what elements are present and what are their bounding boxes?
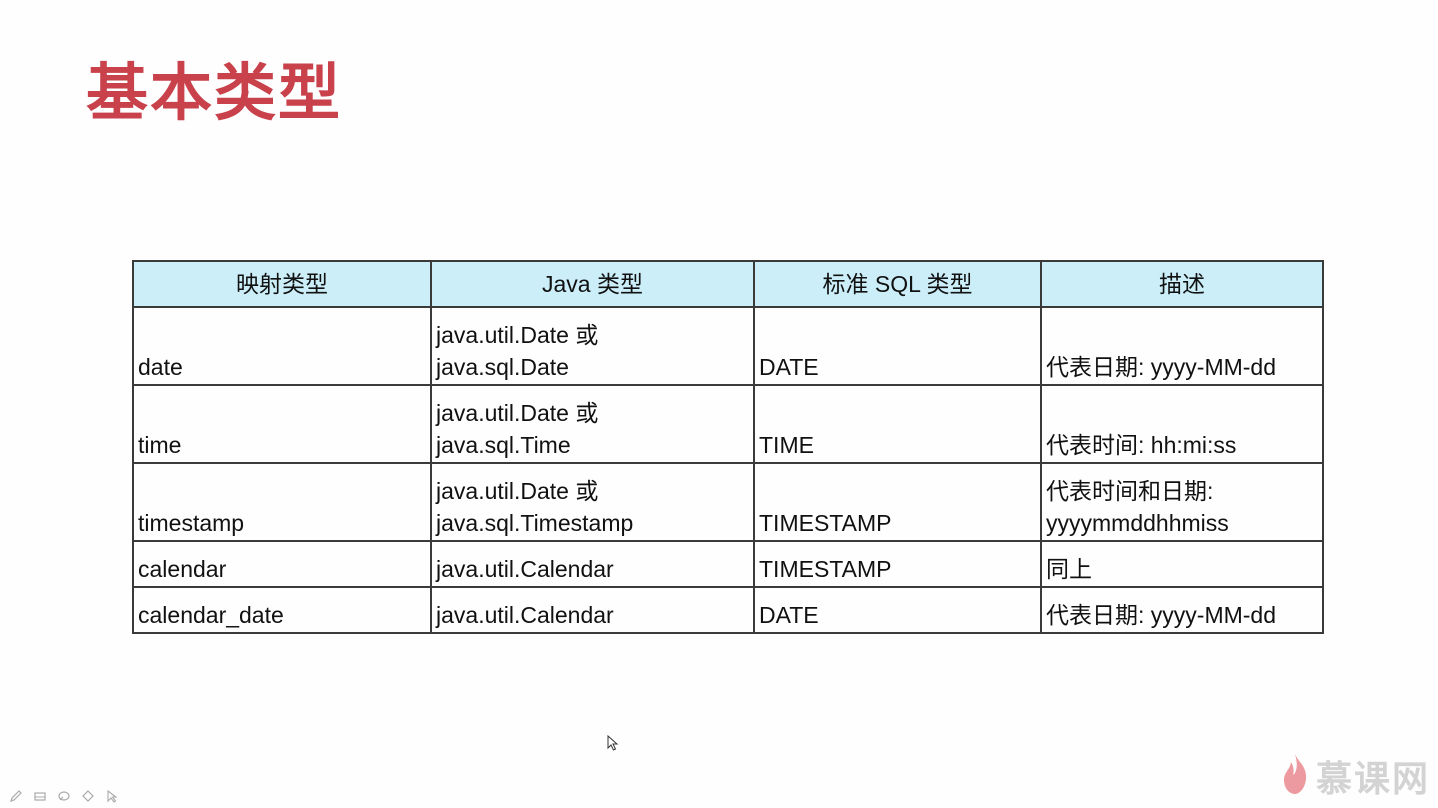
cell-description: 同上 (1040, 540, 1324, 588)
cell-java: java.util.Date 或 java.sql.Timestamp (430, 462, 755, 542)
table-row: timestamp java.util.Date 或 java.sql.Time… (132, 462, 1324, 542)
cell-mapping: timestamp (132, 462, 432, 542)
cell-description: 代表日期: yyyy-MM-dd (1040, 586, 1324, 634)
flame-logo-icon (1280, 752, 1310, 800)
slide-title: 基本类型 (86, 56, 343, 129)
cell-mapping: calendar (132, 540, 432, 588)
header-java-type: Java 类型 (430, 260, 755, 308)
table-row: calendar java.util.Calendar TIMESTAMP 同上 (132, 540, 1324, 588)
header-mapping-type: 映射类型 (132, 260, 432, 308)
table-row: time java.util.Date 或 java.sql.Time TIME… (132, 384, 1324, 464)
cell-sql: DATE (753, 306, 1042, 386)
cell-java: java.util.Calendar (430, 586, 755, 634)
cell-sql: TIMESTAMP (753, 540, 1042, 588)
cell-description: 代表日期: yyyy-MM-dd (1040, 306, 1324, 386)
mouse-cursor-icon (607, 734, 619, 755)
table-row: date java.util.Date 或 java.sql.Date DATE… (132, 306, 1324, 386)
cell-description: 代表时间和日期: yyyymmddhhmiss (1040, 462, 1324, 542)
header-description: 描述 (1040, 260, 1324, 308)
pointer-icon[interactable] (104, 788, 120, 804)
cell-sql: TIME (753, 384, 1042, 464)
diamond-icon[interactable] (80, 788, 96, 804)
table-row: calendar_date java.util.Calendar DATE 代表… (132, 586, 1324, 634)
cell-mapping: time (132, 384, 432, 464)
cell-mapping: calendar_date (132, 586, 432, 634)
cell-description: 代表时间: hh:mi:ss (1040, 384, 1324, 464)
type-mapping-table: 映射类型 Java 类型 标准 SQL 类型 描述 date java.util… (132, 260, 1324, 634)
highlighter-icon[interactable] (56, 788, 72, 804)
header-sql-type: 标准 SQL 类型 (753, 260, 1042, 308)
cell-mapping: date (132, 306, 432, 386)
watermark-text: 慕课网 (1315, 759, 1430, 800)
table-header-row: 映射类型 Java 类型 标准 SQL 类型 描述 (132, 260, 1324, 308)
cell-java: java.util.Date 或 java.sql.Date (430, 306, 755, 386)
eraser-icon[interactable] (32, 788, 48, 804)
pen-icon[interactable] (8, 788, 24, 804)
cell-java: java.util.Date 或 java.sql.Time (430, 384, 755, 464)
annotation-toolbar (8, 788, 120, 804)
cell-sql: TIMESTAMP (753, 462, 1042, 542)
cell-java: java.util.Calendar (430, 540, 755, 588)
watermark: 慕课网 (1280, 750, 1430, 802)
slide: 基本类型 映射类型 Java 类型 标准 SQL 类型 描述 date java… (0, 0, 1438, 808)
cell-sql: DATE (753, 586, 1042, 634)
